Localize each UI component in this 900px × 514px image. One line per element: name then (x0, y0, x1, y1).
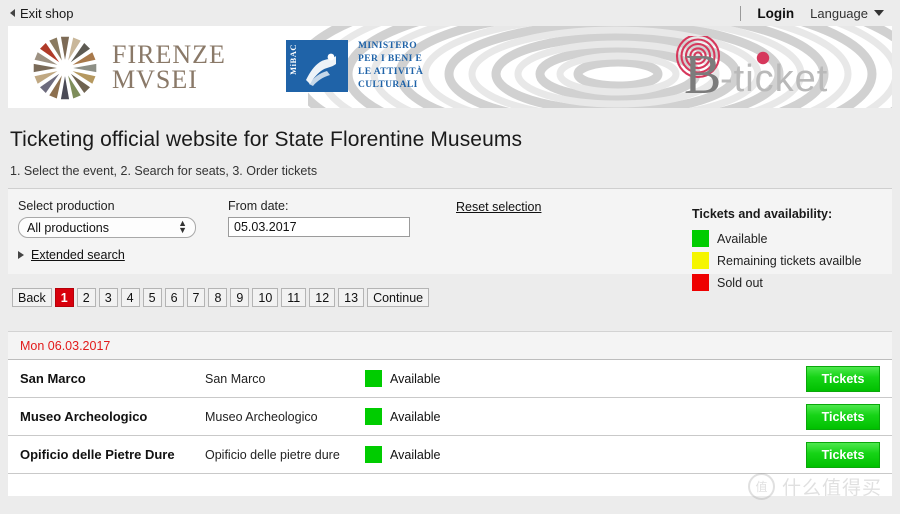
pagination-back-button[interactable]: Back (12, 288, 52, 307)
pagination-page-7[interactable]: 7 (186, 288, 206, 307)
availability-label: Available (390, 409, 441, 424)
legend-label: Remaining tickets availble (717, 253, 862, 268)
date-field-group: From date: (228, 199, 438, 237)
mibac-line-3: LE ATTIVITÀ (358, 67, 424, 78)
page-title: Ticketing official website for State Flo… (10, 128, 523, 151)
firenze-musei-wordmark: FIRENZE MVSEI (112, 42, 226, 94)
extended-search-label: Extended search (31, 248, 125, 262)
event-name: Opificio delle Pietre Dure (20, 447, 175, 462)
mibac-line-1: MINISTERO (358, 41, 418, 51)
mibac-badge-label: MiBAC (288, 44, 298, 75)
pagination-page-2[interactable]: 2 (76, 288, 96, 307)
firenze-line-2: MVSEI (112, 65, 198, 94)
exit-shop-label: Exit shop (20, 5, 74, 21)
pagination-page-8[interactable]: 8 (208, 288, 228, 307)
production-field-group: Select production All productions ▲ ▼ (18, 199, 228, 238)
language-selector[interactable]: Language (810, 6, 884, 21)
mibac-logo: MiBAC MINISTERO PER I BENI E LE ATTIVITÀ… (286, 40, 423, 92)
pagination-page-1[interactable]: 1 (54, 288, 74, 307)
pagination-page-11[interactable]: 11 (281, 288, 307, 307)
chevron-right-icon (18, 251, 24, 259)
event-venue: Museo Archeologico (205, 409, 318, 424)
legend-label: Sold out (717, 275, 763, 290)
production-select-wrapper: All productions ▲ ▼ (18, 217, 196, 238)
tickets-button[interactable]: Tickets (806, 441, 880, 468)
pagination-page-12[interactable]: 12 (309, 288, 336, 307)
b-ticket-logo: B -ticket (675, 36, 828, 98)
pagination-page-3[interactable]: 3 (98, 288, 118, 307)
results-footer-spacer (8, 474, 892, 496)
top-bar: Exit shop Login Language (0, 0, 900, 26)
event-name: Museo Archeologico (20, 409, 148, 424)
mibac-line-4: CULTURALI (358, 80, 418, 91)
legend-item-remaining: Remaining tickets availble (692, 252, 892, 269)
pagination-continue-button[interactable]: Continue (367, 288, 430, 307)
firenze-musei-logo: FIRENZE MVSEI (30, 34, 226, 102)
green-swatch-icon (692, 230, 709, 247)
header-banner: FIRENZE MVSEI MiBAC MINISTERO PER I BENI… (8, 26, 892, 108)
production-select[interactable]: All productions (18, 217, 196, 238)
legend-item-sold-out: Sold out (692, 274, 892, 291)
starburst-icon (33, 36, 97, 100)
exit-shop-link[interactable]: Exit shop (10, 6, 73, 21)
steps-breadcrumb: 1. Select the event, 2. Search for seats… (10, 164, 318, 178)
availability-legend: Tickets and availability: Available Rema… (692, 207, 892, 296)
table-row[interactable]: Opificio delle Pietre Dure Opificio dell… (8, 436, 892, 474)
login-link[interactable]: Login (757, 6, 794, 21)
reset-selection-link[interactable]: Reset selection (456, 200, 541, 214)
chevron-down-icon (874, 10, 884, 16)
availability-label: Available (390, 371, 441, 386)
legend-title: Tickets and availability: (692, 207, 833, 221)
availability-label: Available (390, 447, 441, 462)
legend-item-available: Available (692, 230, 892, 247)
event-venue: Opificio delle pietre dure (205, 447, 340, 462)
from-date-input[interactable] (228, 217, 410, 237)
table-row[interactable]: San Marco San Marco Available Tickets (8, 360, 892, 398)
status-swatch-icon (365, 370, 382, 387)
tickets-button[interactable]: Tickets (806, 365, 880, 392)
yellow-swatch-icon (692, 252, 709, 269)
mibac-wordmark: MINISTERO PER I BENI E LE ATTIVITÀ CULTU… (358, 40, 423, 92)
pagination-page-6[interactable]: 6 (164, 288, 184, 307)
availability-status: Available (365, 446, 806, 463)
mibac-emblem-icon (306, 53, 336, 86)
pagination-page-13[interactable]: 13 (338, 288, 365, 307)
event-venue: San Marco (205, 371, 266, 386)
pagination-page-4[interactable]: 4 (120, 288, 140, 307)
production-label: Select production (18, 199, 115, 213)
divider (740, 5, 742, 21)
date-label: From date: (228, 199, 289, 213)
status-swatch-icon (365, 408, 382, 425)
event-name: San Marco (20, 371, 86, 386)
top-bar-right: Login Language (740, 5, 884, 21)
availability-status: Available (365, 408, 806, 425)
mibac-badge-box: MiBAC (286, 40, 348, 92)
tickets-button[interactable]: Tickets (806, 403, 880, 430)
pagination-page-10[interactable]: 10 (252, 288, 279, 307)
svg-text:-ticket: -ticket (720, 58, 828, 98)
svg-text:B: B (684, 44, 721, 98)
status-swatch-icon (365, 446, 382, 463)
availability-status: Available (365, 370, 806, 387)
pagination-page-9[interactable]: 9 (230, 288, 250, 307)
red-swatch-icon (692, 274, 709, 291)
results-date-header: Mon 06.03.2017 (8, 332, 892, 360)
results-table: Mon 06.03.2017 San Marco San Marco Avail… (8, 331, 892, 496)
table-row[interactable]: Museo Archeologico Museo Archeologico Av… (8, 398, 892, 436)
back-arrow-icon (10, 9, 15, 17)
mibac-line-2: PER I BENI E (358, 54, 423, 65)
language-label: Language (810, 5, 868, 21)
legend-label: Available (717, 231, 768, 246)
pagination-page-5[interactable]: 5 (142, 288, 162, 307)
